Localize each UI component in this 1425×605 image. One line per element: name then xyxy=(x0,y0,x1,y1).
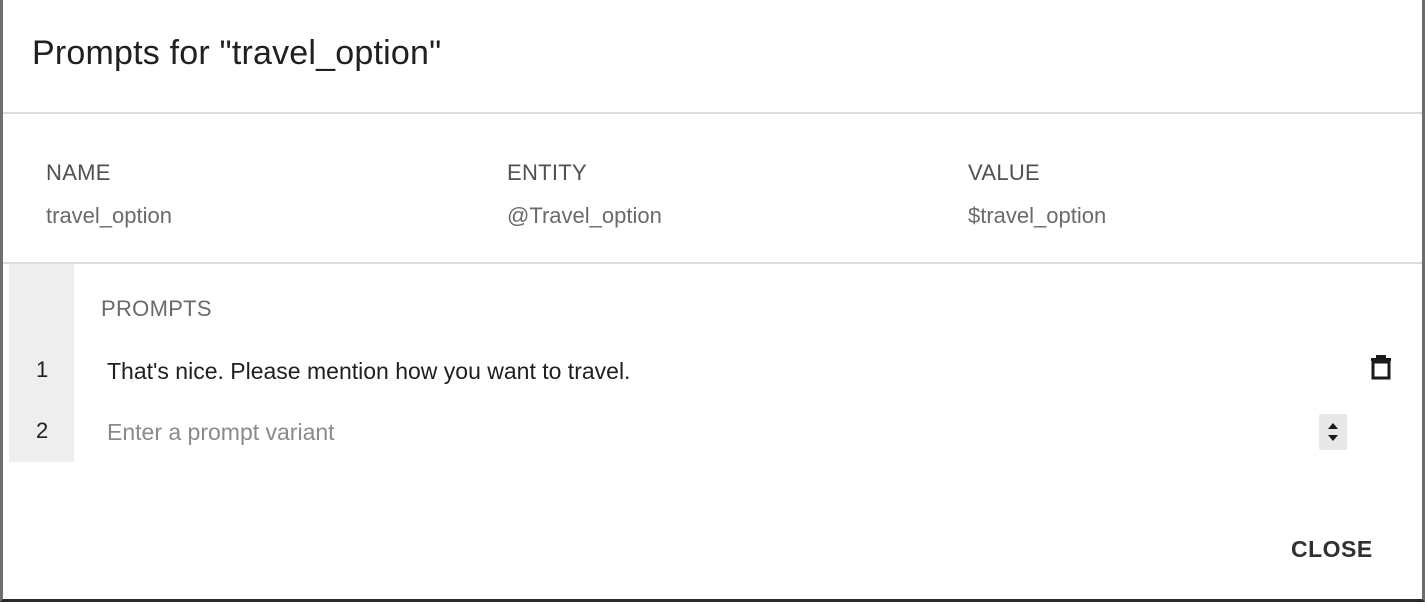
parameter-info: NAME travel_option ENTITY @Travel_option… xyxy=(3,114,1422,264)
entity-label: ENTITY xyxy=(507,160,588,185)
entity-value: @Travel_option xyxy=(507,203,662,228)
line-number-gutter: 1 2 xyxy=(9,264,74,462)
prompt-variant-input[interactable] xyxy=(103,414,1311,450)
line-number-1: 1 xyxy=(36,357,49,382)
prompt-item-1[interactable]: That's nice. Please mention how you want… xyxy=(107,358,630,385)
value-value: $travel_option xyxy=(968,203,1107,228)
prompts-heading: PROMPTS xyxy=(101,296,212,321)
name-label: NAME xyxy=(46,160,111,185)
dialog-title: Prompts for "travel_option" xyxy=(32,34,442,72)
value-label: VALUE xyxy=(968,160,1041,185)
line-number-2: 2 xyxy=(36,418,49,443)
prompts-editor: 1 2 PROMPTS That's nice. Please mention … xyxy=(3,264,1422,464)
close-button[interactable]: CLOSE xyxy=(1281,532,1383,567)
dialog-header: Prompts for "travel_option" xyxy=(3,0,1422,114)
up-down-stepper-icon[interactable] xyxy=(1319,414,1347,450)
name-value: travel_option xyxy=(46,203,172,228)
trash-icon[interactable] xyxy=(1369,354,1393,380)
prompts-dialog: Prompts for "travel_option" NAME travel_… xyxy=(0,0,1425,602)
